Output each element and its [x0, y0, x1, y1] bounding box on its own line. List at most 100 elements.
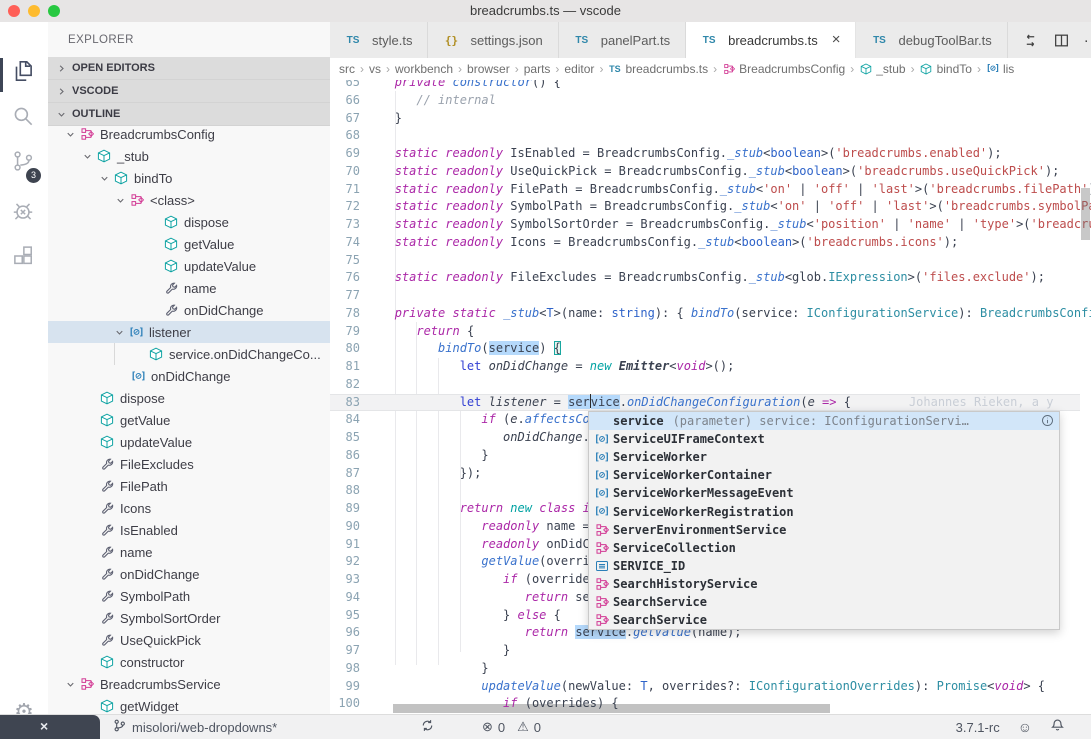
code-line-79[interactable]: 79 return {: [330, 323, 1091, 341]
line-number: 82: [330, 376, 373, 394]
code-line-74[interactable]: 74 static readonly Icons = BreadcrumbsCo…: [330, 234, 1091, 252]
outline-item[interactable]: BreadcrumbsService: [48, 673, 330, 695]
outline-item[interactable]: FilePath: [48, 475, 330, 497]
outline-item[interactable]: <class>: [48, 189, 330, 211]
outline-item[interactable]: getWidget: [48, 695, 330, 715]
code-line-82[interactable]: 82: [330, 376, 1091, 394]
tab-breadcrumbs.ts[interactable]: TSbreadcrumbs.ts×: [686, 22, 856, 58]
outline-item[interactable]: name: [48, 277, 330, 299]
outline-item[interactable]: service.onDidChangeCo...: [48, 343, 330, 365]
outline-item[interactable]: bindTo: [48, 167, 330, 189]
suggest-item-ServerEnvironmentService[interactable]: ServerEnvironmentService: [589, 521, 1059, 539]
code-line-80[interactable]: 80 bindTo(service) {: [330, 340, 1091, 358]
tab-settings.json[interactable]: {}settings.json: [428, 22, 558, 58]
title-bar: breadcrumbs.ts — vscode: [0, 0, 1091, 23]
suggest-item-ServiceCollection[interactable]: ServiceCollection: [589, 539, 1059, 557]
outline-item[interactable]: onDidChange: [48, 563, 330, 585]
info-icon[interactable]: [1041, 414, 1055, 428]
code-line-73[interactable]: 73 static readonly SymbolSortOrder = Bre…: [330, 216, 1091, 234]
suggest-item-SERVICE_ID[interactable]: SERVICE_ID: [589, 557, 1059, 575]
explorer-icon[interactable]: [10, 58, 38, 86]
search-icon[interactable]: [10, 103, 38, 131]
suggest-item-ServiceWorkerRegistration[interactable]: [⊘]ServiceWorkerRegistration: [589, 502, 1059, 520]
section-header-vscode[interactable]: VSCODE: [48, 80, 330, 103]
code-line-71[interactable]: 71 static readonly FilePath = Breadcrumb…: [330, 181, 1091, 199]
code-line-69[interactable]: 69 static readonly IsEnabled = Breadcrum…: [330, 145, 1091, 163]
breadcrumb-item-parts[interactable]: parts: [524, 62, 551, 76]
suggest-item-service[interactable]: service(parameter) service: IConfigurati…: [589, 412, 1059, 430]
breadcrumb-item-bindTo[interactable]: bindTo: [920, 62, 972, 76]
breadcrumb-item-workbench[interactable]: workbench: [395, 62, 453, 76]
outline-item[interactable]: _stub: [48, 145, 330, 167]
tab-panelPart.ts[interactable]: TSpanelPart.ts: [559, 22, 686, 58]
suggest-item-ServiceWorkerContainer[interactable]: [⊘]ServiceWorkerContainer: [589, 466, 1059, 484]
outline-item[interactable]: dispose: [48, 211, 330, 233]
outline-item[interactable]: UseQuickPick: [48, 629, 330, 651]
code-line-70[interactable]: 70 static readonly UseQuickPick = Breadc…: [330, 163, 1091, 181]
code-line-81[interactable]: 81 let onDidChange = new Emitter<void>()…: [330, 358, 1091, 376]
code-line-76[interactable]: 76 static readonly FileExcludes = Breadc…: [330, 269, 1091, 287]
outline-item[interactable]: [⊘]listener: [48, 321, 330, 343]
code-line-100[interactable]: 100 if (overrides) {: [330, 695, 1091, 713]
code-line-66[interactable]: 66 // internal: [330, 92, 1091, 110]
breadcrumb-item-src[interactable]: src: [339, 62, 355, 76]
code-editor[interactable]: 65 private constructor() {66 // internal…: [330, 58, 1091, 715]
code-line-68[interactable]: 68: [330, 127, 1091, 145]
outline-item[interactable]: SymbolSortOrder: [48, 607, 330, 629]
code-line-72[interactable]: 72 static readonly SymbolPath = Breadcru…: [330, 198, 1091, 216]
suggest-item-ServiceUIFrameContext[interactable]: [⊘]ServiceUIFrameContext: [589, 430, 1059, 448]
breadcrumb-item-lis[interactable]: [⊘]lis: [986, 62, 1014, 76]
outline-item[interactable]: constructor: [48, 651, 330, 673]
code-line-67[interactable]: 67 }: [330, 110, 1091, 128]
code-line-77[interactable]: 77: [330, 287, 1091, 305]
outline-item[interactable]: name: [48, 541, 330, 563]
breadcrumb-item-browser[interactable]: browser: [467, 62, 510, 76]
outline-item[interactable]: [⊘]onDidChange: [48, 365, 330, 387]
extensions-icon[interactable]: [10, 243, 38, 271]
more-actions-icon[interactable]: ···: [1084, 32, 1091, 49]
remote-indicator[interactable]: ×: [0, 715, 100, 739]
outline-item[interactable]: getValue: [48, 409, 330, 431]
code-line-83[interactable]: 83 let listener = service.onDidChangeCon…: [330, 394, 1091, 412]
version-status[interactable]: 3.7.1-rc: [956, 720, 1000, 735]
suggest-item-ServiceWorkerMessageEvent[interactable]: [⊘]ServiceWorkerMessageEvent: [589, 484, 1059, 502]
outline-item[interactable]: getValue: [48, 233, 330, 255]
breadcrumb-item-BreadcrumbsConfig[interactable]: BreadcrumbsConfig: [722, 62, 845, 76]
tab-style.ts[interactable]: TSstyle.ts: [330, 22, 428, 58]
code-line-98[interactable]: 98 }: [330, 660, 1091, 678]
code-line-78[interactable]: 78 private static _stub<T>(name: string)…: [330, 305, 1091, 323]
feedback-smiley-icon[interactable]: ☺: [1018, 719, 1032, 735]
code-line-97[interactable]: 97 }: [330, 642, 1091, 660]
suggest-item-SearchHistoryService[interactable]: SearchHistoryService: [589, 575, 1059, 593]
suggest-item-SearchService[interactable]: SearchService: [589, 593, 1059, 611]
breadcrumb-item-vs[interactable]: vs: [369, 62, 381, 76]
outline-item[interactable]: BreadcrumbsConfig: [48, 123, 330, 145]
suggest-item-SearchService[interactable]: SearchService: [589, 611, 1059, 629]
outline-item[interactable]: updateValue: [48, 255, 330, 277]
debug-icon[interactable]: [10, 198, 38, 226]
section-header-open-editors[interactable]: OPEN EDITORS: [48, 57, 330, 80]
outline-item[interactable]: onDidChange: [48, 299, 330, 321]
open-changes-icon[interactable]: [1022, 32, 1039, 49]
notifications-bell-icon[interactable]: [1050, 718, 1065, 736]
outline-item-label: updateValue: [120, 435, 192, 450]
problems-status[interactable]: ⊗ 0 ⚠ 0: [482, 715, 541, 739]
breadcrumb-item-breadcrumbs.ts[interactable]: TSbreadcrumbs.ts: [608, 62, 708, 76]
breadcrumb-item-_stub[interactable]: _stub: [859, 62, 905, 76]
breadcrumb-item-editor[interactable]: editor: [564, 62, 594, 76]
sync-status[interactable]: [420, 715, 435, 739]
outline-item[interactable]: updateValue: [48, 431, 330, 453]
git-branch-status[interactable]: misolori/web-dropdowns*: [112, 715, 277, 739]
outline-item[interactable]: dispose: [48, 387, 330, 409]
suggest-item-ServiceWorker[interactable]: [⊘]ServiceWorker: [589, 448, 1059, 466]
outline-item[interactable]: FileExcludes: [48, 453, 330, 475]
outline-item[interactable]: IsEnabled: [48, 519, 330, 541]
split-editor-icon[interactable]: [1053, 32, 1070, 49]
vertical-scrollbar[interactable]: [1081, 188, 1090, 240]
outline-item[interactable]: SymbolPath: [48, 585, 330, 607]
close-tab-icon[interactable]: ×: [832, 33, 841, 47]
code-line-75[interactable]: 75: [330, 252, 1091, 270]
code-line-99[interactable]: 99 updateValue(newValue: T, overrides?: …: [330, 678, 1091, 696]
outline-item[interactable]: Icons: [48, 497, 330, 519]
tab-debugToolBar.ts[interactable]: TSdebugToolBar.ts: [856, 22, 1007, 58]
